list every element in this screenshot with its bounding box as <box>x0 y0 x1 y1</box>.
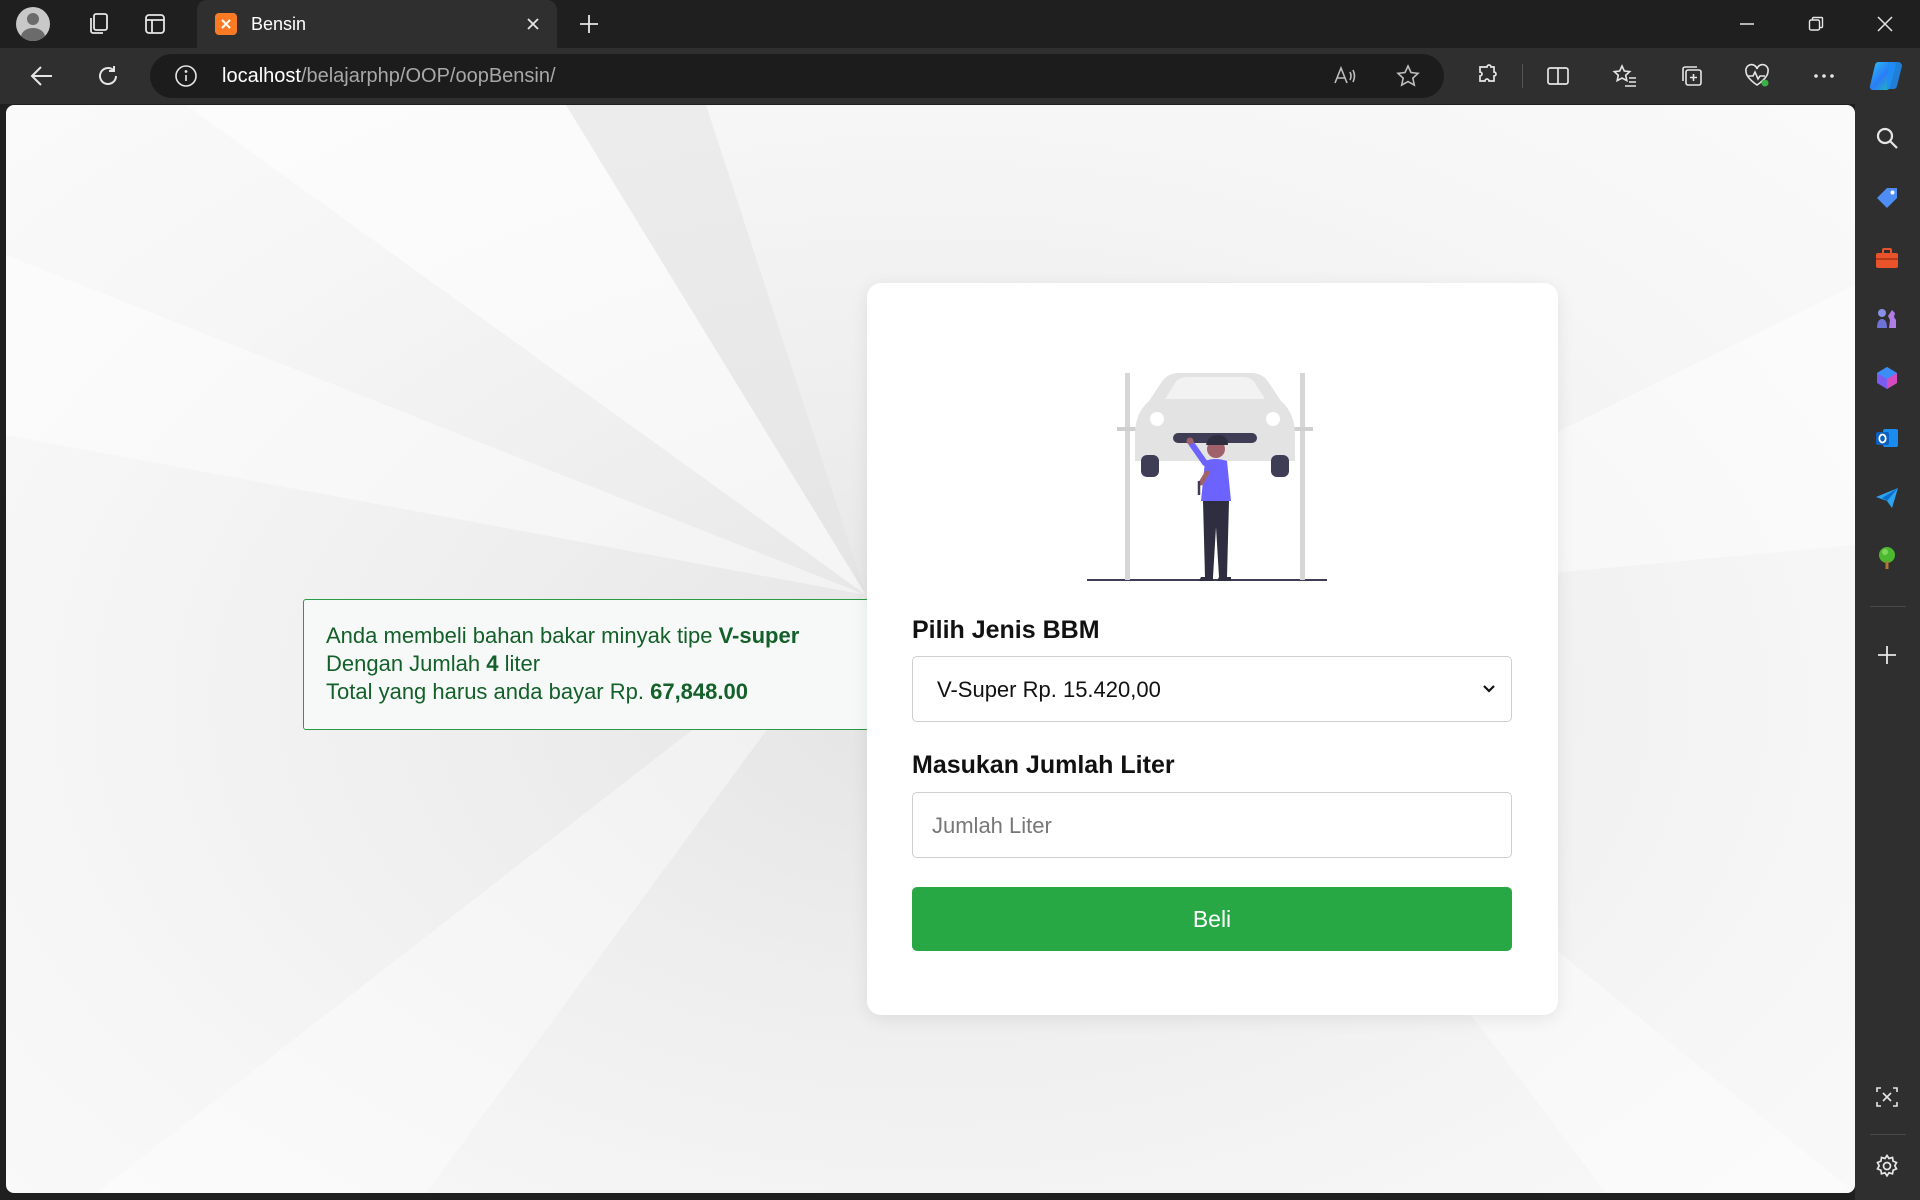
fuel-type-select[interactable]: V-Super Rp. 15.420,00 <box>912 656 1512 722</box>
heart-pulse-icon <box>1745 63 1769 87</box>
restore-button[interactable] <box>1781 0 1851 48</box>
liters-placeholder: Jumlah Liter <box>932 813 1052 838</box>
price-tag-icon <box>1877 188 1897 208</box>
result-liters-value: 4 <box>486 651 499 676</box>
minimize-icon <box>1740 23 1754 25</box>
profile-avatar[interactable] <box>16 7 50 41</box>
result-total-prefix: Total yang harus anda bayar Rp. <box>326 679 651 704</box>
result-line-fuel: Anda membeli bahan bakar minyak tipe V-s… <box>326 622 846 650</box>
tab-title: Bensin <box>251 14 307 34</box>
fuel-type-label: Pilih Jenis BBM <box>912 616 1100 644</box>
sidebar-screenshot-button[interactable] <box>1871 1081 1903 1113</box>
split-screen-button[interactable] <box>1540 58 1576 94</box>
sidebar-shopping-button[interactable] <box>1871 182 1903 214</box>
sidebar-games-button[interactable] <box>1871 302 1903 334</box>
site-info-icon[interactable] <box>174 64 198 88</box>
new-tab-button[interactable] <box>570 0 608 48</box>
favorite-star-icon[interactable] <box>1395 63 1421 89</box>
sidebar-settings-button[interactable] <box>1871 1150 1903 1182</box>
result-liters-suffix: liter <box>498 651 541 676</box>
sidebar-divider <box>1870 606 1906 607</box>
result-liters-prefix: Dengan Jumlah <box>326 651 487 676</box>
tab-actions-button[interactable] <box>134 0 176 48</box>
settings-more-button[interactable] <box>1806 58 1842 94</box>
tree-icon <box>1879 547 1895 569</box>
sidebar-tree-button[interactable] <box>1871 542 1903 574</box>
m365-icon <box>1877 367 1897 389</box>
result-line-total: Total yang harus anda bayar Rp. 67,848.0… <box>326 678 846 706</box>
gear-icon <box>1876 1153 1898 1178</box>
result-fuel-type: V-super <box>718 623 800 648</box>
url-path: /belajarphp/OOP/oopBensin/ <box>300 65 556 87</box>
fuel-type-selected-value: V-Super Rp. 15.420,00 <box>937 677 1161 702</box>
chess-pieces-icon <box>1877 309 1896 328</box>
more-dots-icon <box>1814 74 1834 78</box>
url-text[interactable]: localhost/belajarphp/OOP/oopBensin/ <box>222 65 556 88</box>
sidebar-divider-bottom <box>1870 1134 1906 1135</box>
favorites-list-icon <box>1612 64 1636 87</box>
purchase-result-alert: Anda membeli bahan bakar minyak tipe V-s… <box>303 599 869 730</box>
tab-actions-icon <box>145 14 165 34</box>
paper-plane-icon <box>1876 488 1898 508</box>
screenshot-icon <box>1876 1087 1898 1107</box>
result-line-liters: Dengan Jumlah 4 liter <box>326 650 846 678</box>
tab-close-button[interactable] <box>521 12 545 36</box>
liters-input[interactable]: Jumlah Liter <box>912 792 1512 858</box>
collections-button[interactable] <box>1674 58 1710 94</box>
chevron-down-icon <box>1483 685 1495 693</box>
buy-button[interactable]: Beli <box>912 887 1512 951</box>
plus-icon <box>1878 646 1896 664</box>
sidebar-copilot-app-button[interactable] <box>1871 362 1903 394</box>
sidebar-add-button[interactable] <box>1871 639 1903 671</box>
back-button[interactable] <box>24 58 60 94</box>
sidebar-tools-button[interactable] <box>1871 242 1903 274</box>
read-aloud-icon[interactable] <box>1332 63 1358 89</box>
liters-label: Masukan Jumlah Liter <box>912 751 1175 779</box>
xampp-favicon-icon <box>215 13 237 35</box>
refresh-button[interactable] <box>90 58 126 94</box>
puzzle-icon <box>1479 64 1497 82</box>
favorites-button[interactable] <box>1607 58 1643 94</box>
collections-icon <box>1682 66 1702 86</box>
plus-icon <box>580 15 598 33</box>
page-viewport: Anda membeli bahan bakar minyak tipe V-s… <box>6 105 1855 1193</box>
toolbar-divider <box>1522 64 1523 88</box>
toolbox-icon <box>1876 248 1898 268</box>
minimize-button[interactable] <box>1712 0 1782 48</box>
title-bar: Bensin <box>0 0 1920 48</box>
copilot-icon <box>1869 61 1902 91</box>
close-window-button[interactable] <box>1850 0 1920 48</box>
extensions-button[interactable] <box>1469 58 1505 94</box>
workspaces-icon <box>90 13 108 34</box>
split-screen-icon <box>1547 67 1569 85</box>
sidebar-search-button[interactable] <box>1871 122 1903 154</box>
close-icon <box>1877 16 1893 32</box>
sidebar-send-button[interactable] <box>1871 482 1903 514</box>
restore-icon <box>1808 16 1824 31</box>
edge-sidebar <box>1855 104 1920 1200</box>
result-total-value: 67,848.00 <box>650 679 748 704</box>
outlook-icon <box>1876 429 1898 447</box>
car-lift-mechanic-illustration <box>1087 373 1327 581</box>
search-icon <box>1876 127 1898 149</box>
result-fuel-text: Anda membeli bahan bakar minyak tipe <box>326 623 719 648</box>
tab-active[interactable]: Bensin <box>197 0 557 48</box>
close-icon <box>527 18 539 30</box>
navigation-bar: localhost/belajarphp/OOP/oopBensin/ <box>0 48 1920 104</box>
refresh-icon <box>99 66 117 85</box>
copilot-button[interactable] <box>1868 58 1906 94</box>
back-arrow-icon <box>30 66 52 86</box>
browser-essentials-button[interactable] <box>1739 58 1775 94</box>
address-bar[interactable]: localhost/belajarphp/OOP/oopBensin/ <box>150 54 1444 98</box>
sidebar-outlook-button[interactable] <box>1871 422 1903 454</box>
workspaces-button[interactable] <box>78 0 120 48</box>
url-host: localhost <box>222 65 301 87</box>
fuel-purchase-card: Pilih Jenis BBM V-Super Rp. 15.420,00 Ma… <box>867 283 1558 1015</box>
